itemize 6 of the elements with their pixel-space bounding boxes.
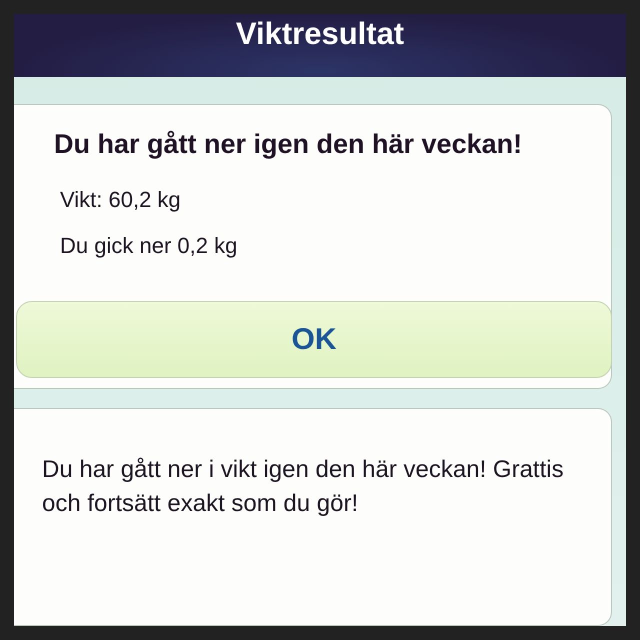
result-line: Vikt: 60,2 kg [60,187,182,213]
screen-title: Viktresultat [236,16,404,52]
result-line: Du gick ner 0,2 kg [60,233,238,259]
message-text: Du har gått ner i vikt igen den här veckan! Grattis och fortsätt exakt som du gör! [42,455,565,519]
result-heading: Du har gått ner igen den här veckan! [54,128,524,161]
ok-button[interactable]: OK [16,301,612,378]
